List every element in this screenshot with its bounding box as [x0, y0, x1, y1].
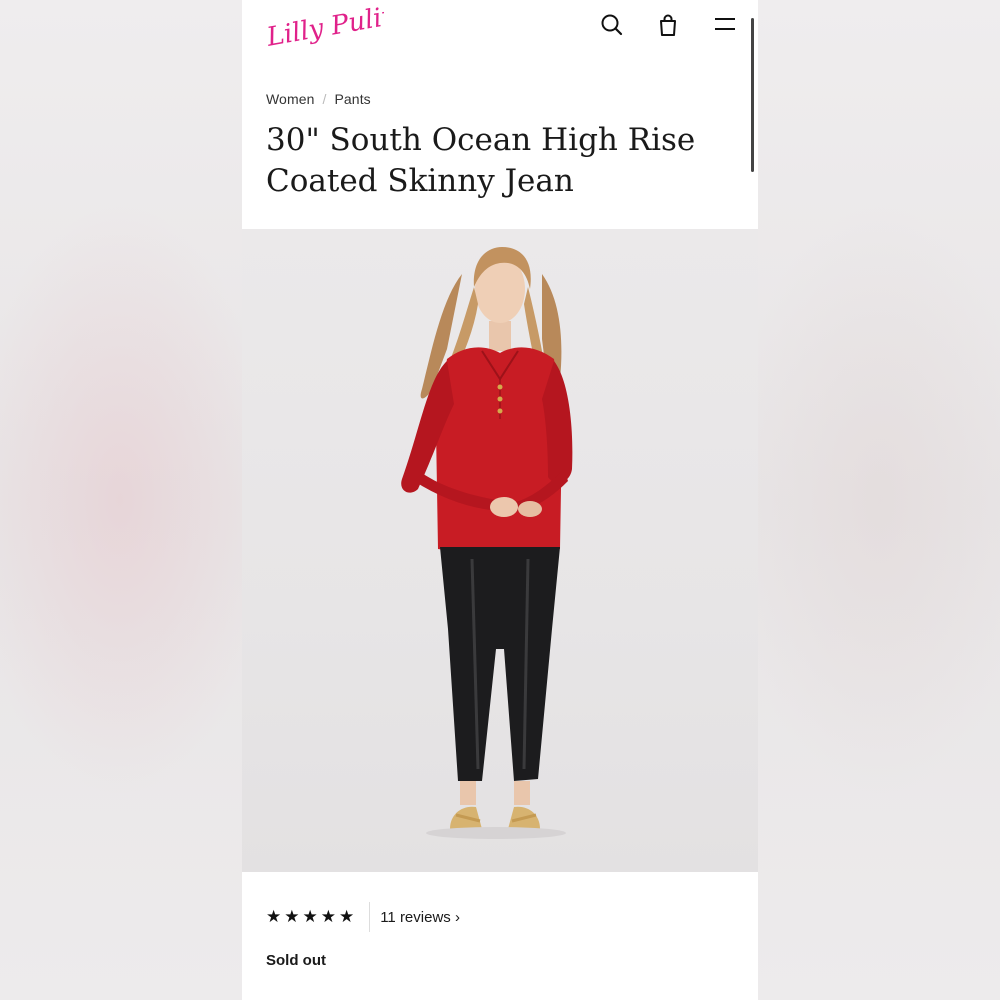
brand-logo-text: Lilly Pulitzer — [264, 0, 384, 53]
bag-icon[interactable] — [655, 12, 681, 38]
breadcrumb-women[interactable]: Women — [266, 91, 314, 107]
product-title: 30" South Ocean High Rise Coated Skinny … — [266, 122, 696, 199]
breadcrumb-separator: / — [322, 91, 327, 107]
stock-status: Sold out — [266, 952, 326, 969]
search-icon[interactable] — [599, 12, 625, 38]
breadcrumb-pants[interactable]: Pants — [334, 91, 370, 107]
reviews-link[interactable]: 11 reviews › — [380, 909, 460, 926]
breadcrumb: Women / Pants — [266, 91, 371, 107]
site-header: Lilly Pulitzer — [242, 0, 758, 60]
menu-icon[interactable] — [712, 12, 738, 38]
scrollbar[interactable] — [751, 18, 754, 172]
star-rating-icon: ★★★★★ — [266, 907, 358, 926]
product-image[interactable] — [242, 229, 758, 872]
rating-divider — [369, 902, 371, 932]
mobile-product-page: Lilly Pulitzer Women / Pants 30" South Oce… — [242, 0, 758, 1000]
brand-logo[interactable]: Lilly Pulitzer — [264, 0, 384, 54]
model-illustration — [401, 247, 573, 839]
rating-row: ★★★★★ 11 reviews › — [266, 902, 460, 932]
